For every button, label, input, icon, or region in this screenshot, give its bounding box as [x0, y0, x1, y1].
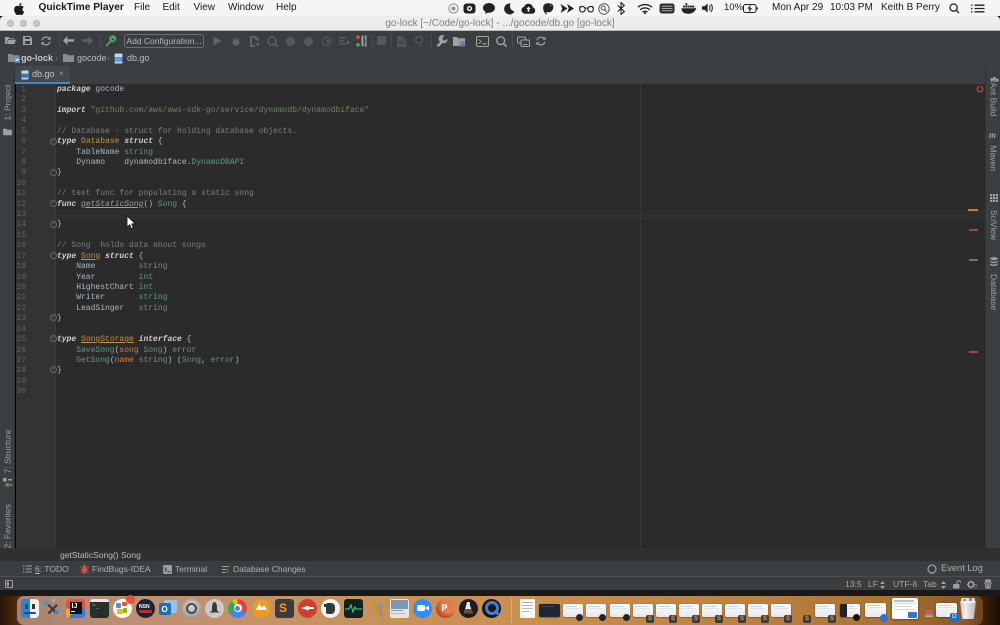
svg-text:GO: GO	[115, 56, 123, 61]
svg-text:?: ?	[974, 584, 977, 589]
